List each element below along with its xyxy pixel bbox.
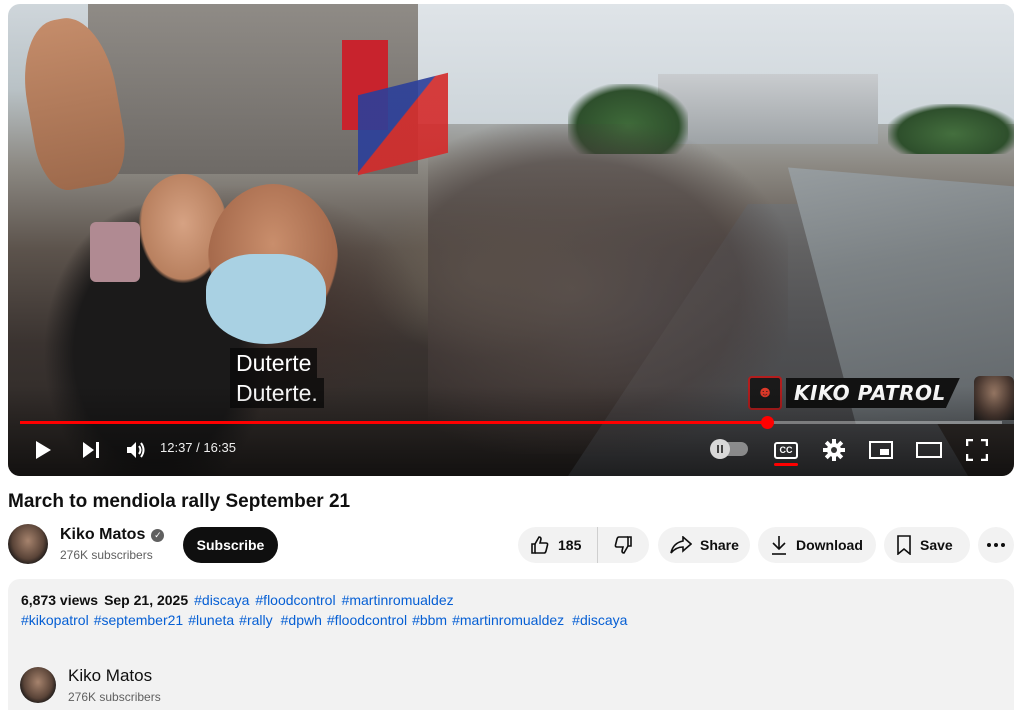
- autoplay-toggle[interactable]: [710, 439, 748, 459]
- hashtag-link[interactable]: #floodcontrol: [255, 592, 335, 608]
- hashtag-link[interactable]: #martinromualdez: [342, 592, 454, 608]
- thumbs-up-icon: [531, 536, 549, 554]
- hashtag-link[interactable]: #martinromualdez: [452, 612, 564, 628]
- share-arrow-icon: [670, 536, 692, 554]
- channel-name[interactable]: Kiko Matos: [60, 526, 145, 544]
- more-actions-button[interactable]: [978, 527, 1014, 563]
- description-channel-avatar[interactable]: [20, 667, 56, 703]
- progress-scrubber[interactable]: [760, 416, 774, 429]
- next-icon: [83, 442, 99, 458]
- fullscreen-button[interactable]: [962, 432, 992, 468]
- controls-gradient: [8, 386, 1014, 476]
- subscribe-button[interactable]: Subscribe: [183, 527, 278, 563]
- next-button[interactable]: [76, 432, 106, 468]
- autoplay-knob: [710, 439, 730, 459]
- time-separator: /: [192, 440, 204, 455]
- video-title: March to mendiola rally September 21: [8, 491, 351, 512]
- miniplayer-icon: [869, 441, 893, 459]
- description-hashtags: #kikopatrol #september21 #luneta #rally …: [21, 612, 627, 628]
- hashtag-link[interactable]: #floodcontrol: [327, 612, 407, 628]
- play-button[interactable]: [28, 432, 58, 468]
- verified-check-icon: ✓: [151, 528, 165, 542]
- description-box[interactable]: 6,873 views Sep 21, 2025 #discaya #flood…: [8, 579, 1014, 710]
- save-button[interactable]: Save: [884, 527, 970, 563]
- subscriber-count: 276K subscribers: [60, 548, 153, 562]
- share-button[interactable]: Share: [658, 527, 750, 563]
- progress-played: [20, 421, 767, 424]
- fullscreen-icon: [966, 439, 988, 461]
- bookmark-icon: [897, 535, 911, 555]
- video-frame-phone: [90, 222, 140, 282]
- miniplayer-button[interactable]: [866, 432, 896, 468]
- description-meta-row: 6,873 views Sep 21, 2025 #discaya #flood…: [21, 592, 454, 608]
- pause-icon: [717, 445, 723, 453]
- channel-name-row[interactable]: Kiko Matos ✓: [60, 526, 165, 544]
- view-count: 6,873 views: [21, 592, 99, 608]
- download-icon: [772, 536, 786, 555]
- hashtag-link[interactable]: #kikopatrol: [21, 612, 89, 628]
- time-display: 12:37 / 16:35: [160, 440, 236, 455]
- hashtag-link[interactable]: #discaya: [572, 612, 627, 628]
- dislike-button[interactable]: [598, 527, 648, 563]
- like-dislike-group: 185: [518, 527, 649, 563]
- hashtag-link[interactable]: #september21: [94, 612, 184, 628]
- hashtag-link[interactable]: #bbm: [412, 612, 447, 628]
- time-total: 16:35: [203, 440, 236, 455]
- hashtag-link[interactable]: #dpwh: [281, 612, 322, 628]
- settings-button[interactable]: [820, 432, 848, 468]
- more-horizontal-icon: [987, 543, 1005, 547]
- cc-icon: CC: [774, 441, 798, 459]
- time-current: 12:37: [160, 440, 193, 455]
- video-frame-trees: [888, 104, 1014, 154]
- theater-icon: [916, 442, 942, 458]
- share-label: Share: [700, 537, 739, 553]
- save-label: Save: [920, 537, 953, 553]
- upload-date: Sep 21, 2025: [104, 592, 189, 608]
- theater-mode-button[interactable]: [914, 432, 944, 468]
- caption-line: Duterte: [230, 348, 318, 378]
- description-subscriber-count: 276K subscribers: [68, 690, 161, 704]
- progress-bar[interactable]: [20, 416, 1002, 429]
- channel-avatar[interactable]: [8, 524, 48, 564]
- play-icon: [36, 441, 51, 459]
- download-label: Download: [796, 537, 863, 553]
- hashtag-link[interactable]: #discaya: [194, 592, 249, 608]
- description-channel-name[interactable]: Kiko Matos: [68, 666, 152, 686]
- download-button[interactable]: Download: [758, 527, 876, 563]
- hashtag-link[interactable]: #rally: [239, 612, 272, 628]
- video-frame-mask: [206, 254, 326, 344]
- cc-active-indicator: [774, 463, 798, 466]
- thumbs-down-icon: [614, 536, 632, 554]
- hashtag-link[interactable]: #luneta: [188, 612, 234, 628]
- settings-icon: [823, 439, 845, 461]
- video-player[interactable]: Duterte Duterte. ☻ KIKO PATROL: [8, 4, 1014, 476]
- like-button[interactable]: 185: [518, 527, 598, 563]
- like-count: 185: [558, 537, 582, 553]
- volume-icon: [127, 442, 145, 458]
- mute-button[interactable]: [122, 432, 152, 468]
